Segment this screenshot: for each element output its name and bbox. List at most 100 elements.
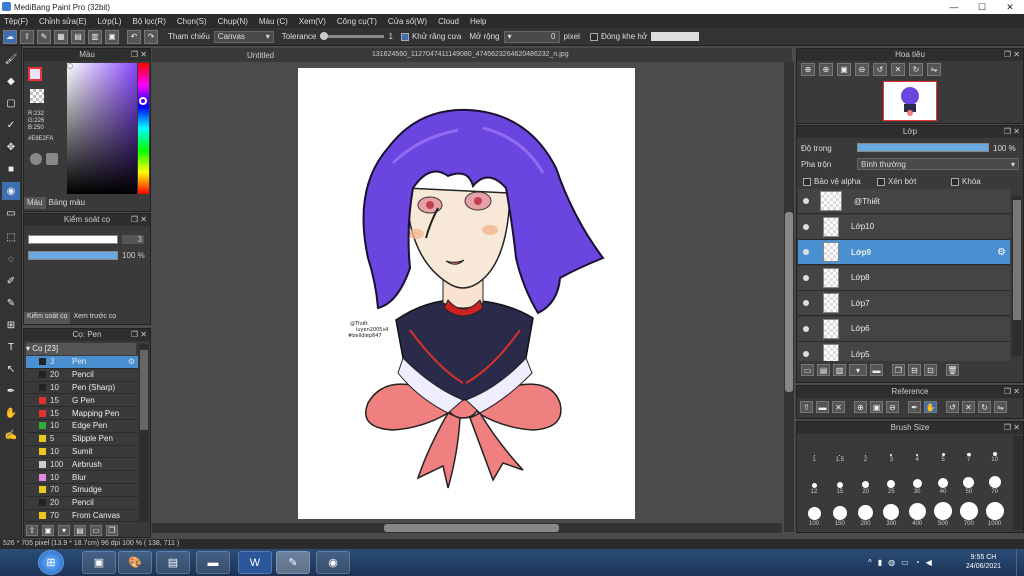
taskbar-word-icon[interactable]: W (238, 551, 272, 574)
export-icon[interactable]: ⇪ (20, 29, 34, 44)
merge-down-icon[interactable]: ⊟ (908, 364, 921, 376)
menu-tools[interactable]: Công cụ(T) (337, 17, 377, 26)
close-button[interactable]: ✕ (996, 0, 1024, 14)
brush-menu-icon[interactable]: ▾ (58, 525, 70, 536)
hue-slider[interactable] (138, 63, 149, 194)
magic-wand-icon[interactable]: ✓ (2, 116, 20, 134)
color-picker-handle[interactable] (67, 63, 73, 69)
select-tool-icon[interactable]: ⬚ (2, 228, 20, 246)
layout-icon[interactable]: ▥ (88, 29, 102, 44)
brush-item[interactable]: 70 Smudge (26, 484, 138, 497)
brush-size-preset[interactable]: 10 (982, 437, 1008, 463)
menu-file[interactable]: Tệp(F) (4, 17, 28, 26)
eye-icon[interactable] (803, 325, 809, 332)
panel-close-icon[interactable]: ❐ ✕ (1004, 126, 1020, 138)
menu-help[interactable]: Help (470, 17, 486, 26)
comment-icon[interactable]: ✎ (37, 29, 51, 44)
menu-select[interactable]: Chọn(S) (177, 17, 207, 26)
brush-item[interactable]: 10 Pen (Sharp) (26, 382, 138, 395)
expand-spinner[interactable]: ▾ 0 (503, 30, 560, 43)
eyedropper-icon[interactable]: ✒ (2, 382, 20, 400)
brush-size-preset[interactable]: 50 (956, 469, 982, 495)
tab-image-file[interactable]: 131624560_1127047411149080_4745623264620… (372, 51, 569, 58)
palette-add-icon[interactable] (30, 153, 42, 165)
brush-size-preset[interactable]: 150 (827, 501, 853, 527)
network-icon[interactable]: ▮ (878, 558, 882, 567)
tab-brush-control[interactable]: Kiểm soát cọ (24, 312, 71, 324)
brush-size-preset[interactable]: 30 (904, 469, 930, 495)
minimize-button[interactable]: — (940, 0, 968, 14)
app-tray-icon[interactable]: ◍ (888, 558, 895, 567)
new-halftone-layer-icon[interactable]: ▤ (817, 364, 830, 376)
hand-tool-icon[interactable]: ✋ (2, 404, 20, 422)
brush-size-preset[interactable]: 40 (930, 469, 956, 495)
brush-size-preset[interactable]: 15 (827, 469, 853, 495)
panel-close-icon[interactable]: ❐ ✕ (1004, 422, 1020, 434)
clock[interactable]: 9:55 CH 24/06/2021 (966, 553, 1001, 571)
clear-layer-icon[interactable]: ⊡ (924, 364, 937, 376)
protect-alpha-checkbox[interactable] (803, 177, 811, 186)
scrollbar-thumb[interactable] (1013, 200, 1021, 320)
duplicate-layer-icon[interactable]: ❐ (892, 364, 905, 376)
brush-opacity-slider[interactable] (28, 251, 118, 260)
layer-row[interactable]: Lớp5 (798, 342, 1010, 361)
menu-view[interactable]: Xem(V) (299, 17, 326, 26)
rect-select-icon[interactable]: ▢ (2, 94, 20, 112)
fit-icon[interactable]: ▣ (837, 63, 851, 76)
text-tool-icon[interactable]: T (2, 338, 20, 356)
brush-item[interactable]: 10 Blur (26, 471, 138, 484)
new-brush-icon[interactable]: ▣ (42, 525, 54, 536)
new-8bit-layer-icon[interactable]: ▥ (833, 364, 846, 376)
brush-item[interactable]: 20 Pencil (26, 369, 138, 382)
eye-icon[interactable] (803, 249, 809, 255)
brush-size-preset[interactable]: 12 (801, 469, 827, 495)
brush-size-slider[interactable] (28, 235, 118, 244)
eraser-tool-icon[interactable]: ◆ (2, 72, 20, 90)
taskbar-medibang-icon[interactable]: ✎ (276, 551, 310, 574)
panel-close-icon[interactable]: ❐ ✕ (131, 49, 147, 61)
close-icon[interactable]: ✕ (832, 401, 845, 413)
layer-row[interactable]: Lớp6 (798, 316, 1010, 342)
palette-edit-icon[interactable] (46, 153, 58, 165)
tab-palette[interactable]: Bảng màu (46, 197, 88, 209)
brush-size-preset[interactable]: 70 (982, 469, 1008, 495)
brush-size-preset[interactable]: 20 (853, 469, 879, 495)
antialias-checkbox[interactable] (400, 32, 409, 41)
menu-snap[interactable]: Chụp(N) (218, 17, 248, 26)
tab-untitled[interactable]: Untitled (247, 51, 274, 60)
eyedropper-icon[interactable]: ✒ (908, 401, 921, 413)
menu-filter[interactable]: Bộ lọc(R) (133, 17, 166, 26)
gear-icon[interactable]: ⚙ (997, 247, 1006, 258)
brush-item[interactable]: 70 From Canvas (26, 510, 138, 523)
tab-brush-preview[interactable]: Xem trước cọ (70, 312, 119, 324)
reference-select[interactable]: Canvas ▾ (213, 30, 274, 43)
panel-close-icon[interactable]: ❐ ✕ (1004, 386, 1020, 398)
redo-icon[interactable]: ↷ (144, 29, 158, 44)
folder-icon[interactable]: ▬ (816, 401, 829, 413)
saturation-value-field[interactable] (67, 63, 137, 194)
folder-icon[interactable]: ▬ (870, 364, 883, 376)
select-eraser-icon[interactable]: ✎ (2, 294, 20, 312)
panel-close-icon[interactable]: ❐ ✕ (131, 329, 147, 341)
upload-icon[interactable]: ⇧ (800, 401, 813, 413)
zoom-in-icon[interactable]: ⊕ (819, 63, 833, 76)
hand-icon[interactable]: ✋ (924, 401, 937, 413)
brush-size-scrollbar[interactable] (1013, 436, 1023, 530)
taskbar-folder-icon[interactable]: ▬ (196, 551, 230, 574)
layer-row[interactable]: Lớp10 (798, 214, 1010, 240)
eye-icon[interactable] (803, 351, 809, 357)
navigator-thumbnail[interactable] (883, 81, 937, 121)
tray-expand-icon[interactable]: ^ (868, 558, 872, 567)
brush-item[interactable]: 3 Pen ⚙ (26, 356, 138, 369)
canvas-vertical-scrollbar[interactable] (784, 62, 794, 532)
taskbar-chrome-icon[interactable]: ◉ (316, 551, 350, 574)
brush-item[interactable]: 100 Airbrush (26, 458, 138, 472)
new-layer-icon[interactable]: ▭ (801, 364, 814, 376)
start-button[interactable]: ⊞ (38, 550, 64, 575)
layer-row[interactable]: Lớp7 (798, 291, 1010, 316)
brush-size-preset[interactable]: 5 (930, 437, 956, 463)
brush-size-preset[interactable]: 25 (878, 469, 904, 495)
brush-size-preset[interactable]: 300 (878, 501, 904, 527)
eye-icon[interactable] (803, 223, 809, 230)
flip-icon[interactable]: ⇋ (994, 401, 1007, 413)
